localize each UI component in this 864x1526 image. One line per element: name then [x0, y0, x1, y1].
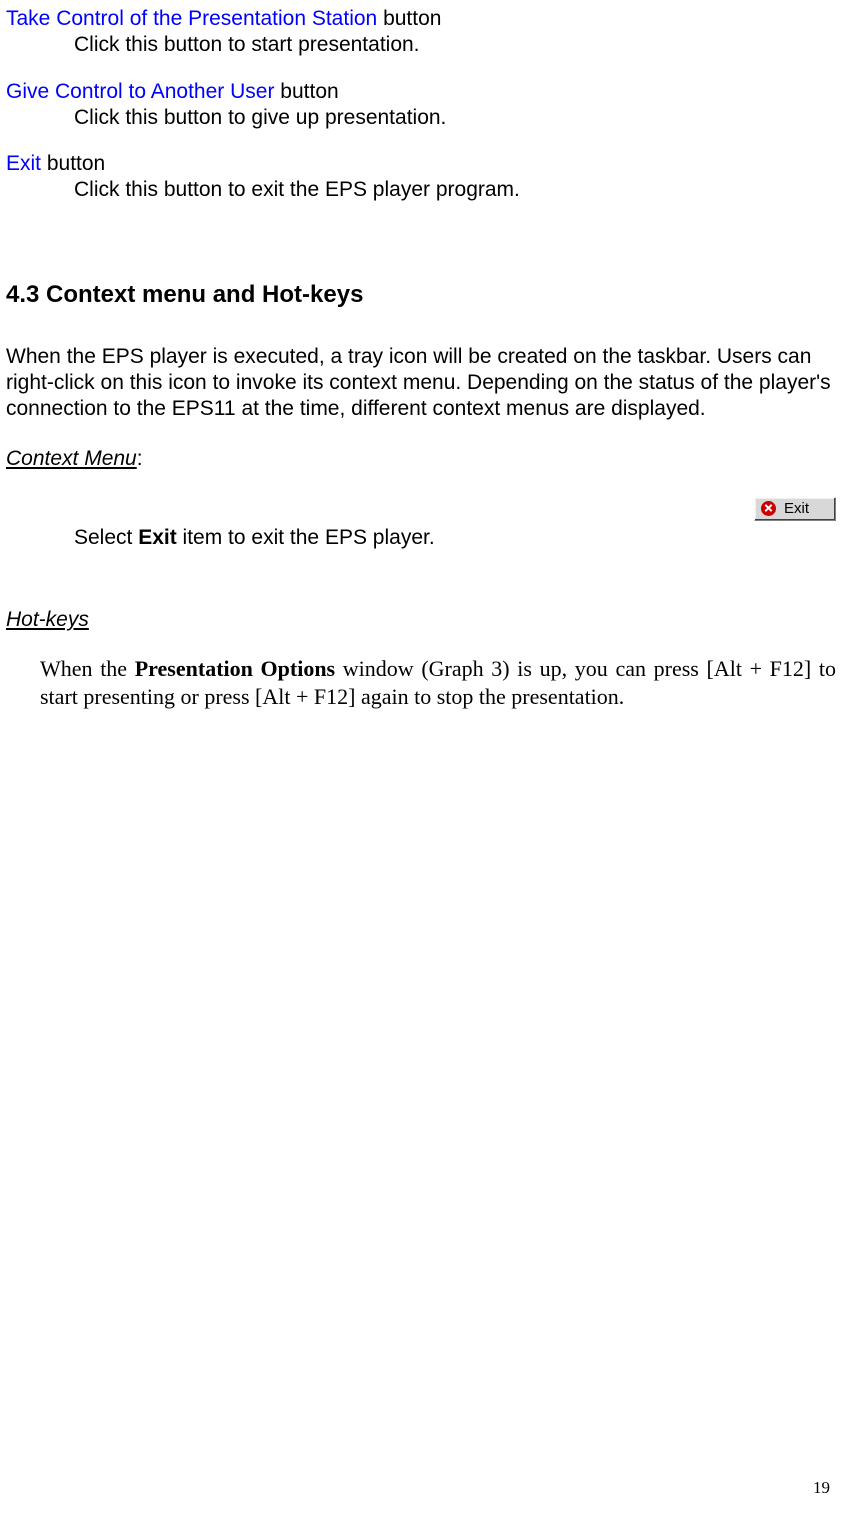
- select-bold: Exit: [138, 526, 177, 549]
- hotkeys-paragraph: When the Presentation Options window (Gr…: [40, 655, 836, 710]
- select-post: item to exit the EPS player.: [177, 526, 435, 549]
- exit-icon: [761, 501, 776, 516]
- def-title-blue: Take Control of the Presentation Station: [6, 7, 377, 30]
- def-description: Click this button to give up presentatio…: [74, 105, 836, 131]
- def-title-blue: Exit: [6, 152, 41, 175]
- def-title-suffix: button: [41, 152, 105, 175]
- hotkeys-bold: Presentation Options: [135, 656, 335, 681]
- context-menu-label: Context Menu: [6, 447, 137, 470]
- definition-item: Take Control of the Presentation Station…: [6, 6, 836, 59]
- select-pre: Select: [74, 526, 138, 549]
- exit-graphic-label: Exit: [784, 500, 809, 519]
- exit-menu-item-graphic: Exit: [754, 497, 836, 522]
- def-title-blue: Give Control to Another User: [6, 80, 274, 103]
- context-menu-colon: :: [137, 447, 143, 470]
- def-description: Click this button to start presentation.: [74, 32, 836, 58]
- def-title-suffix: button: [274, 80, 338, 103]
- def-description: Click this button to exit the EPS player…: [74, 177, 836, 203]
- select-exit-line: Select Exit item to exit the EPS player.: [74, 525, 836, 551]
- definition-item: Give Control to Another User button Clic…: [6, 79, 836, 132]
- section-heading: 4.3 Context menu and Hot-keys: [6, 280, 836, 310]
- def-title-suffix: button: [377, 7, 441, 30]
- hotkeys-pre: When the: [40, 656, 135, 681]
- section-paragraph: When the EPS player is executed, a tray …: [6, 344, 836, 423]
- page-number: 19: [813, 1477, 830, 1498]
- hotkeys-label: Hot-keys: [6, 608, 89, 631]
- definition-item: Exit button Click this button to exit th…: [6, 151, 836, 204]
